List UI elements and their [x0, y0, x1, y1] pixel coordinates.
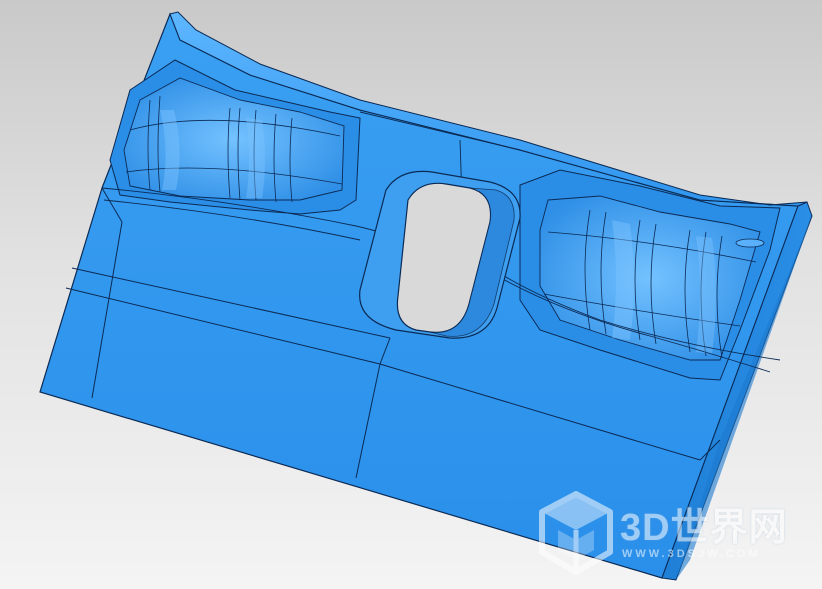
cad-viewport[interactable]: 3D世界网 WWW.3DSJW.COM — [0, 0, 822, 589]
small-slot-feature — [735, 238, 765, 248]
watermark: 3D世界网 WWW.3DSJW.COM — [536, 490, 806, 580]
cube-logo-icon — [539, 491, 613, 575]
watermark-title: 3D世界网 — [620, 507, 788, 549]
watermark-url: WWW.3DSJW.COM — [622, 548, 761, 560]
